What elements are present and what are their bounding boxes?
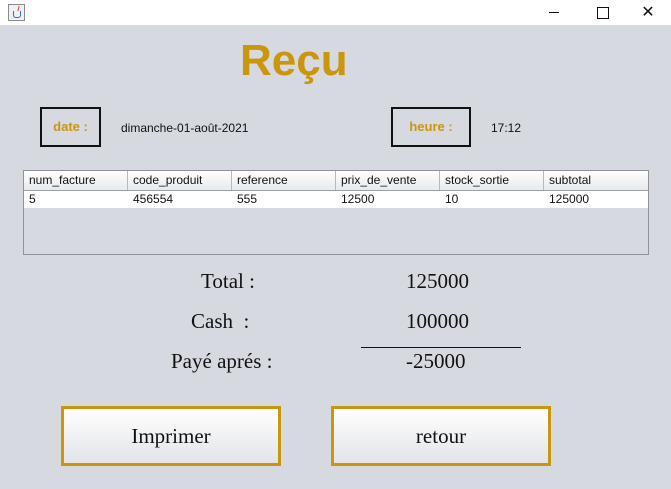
cell-code-produit: 456554 <box>133 192 174 206</box>
total-value: 125000 <box>406 269 469 293</box>
column-header-prix-de-vente[interactable]: prix_de_vente <box>336 171 440 190</box>
column-header-num-facture[interactable]: num_facture <box>24 171 128 190</box>
cell-subtotal: 125000 <box>549 192 590 206</box>
date-value: dimanche-01-août-2021 <box>121 121 249 135</box>
table-row[interactable]: 5 456554 555 12500 10 125000 <box>24 191 648 208</box>
window-titlebar: ✕ <box>0 0 671 25</box>
cell-reference: 555 <box>237 192 258 206</box>
paid-after-label: Payé aprés : <box>171 349 273 373</box>
column-header-stock-sortie[interactable]: stock_sortie <box>440 171 544 190</box>
cash-label: Cash : <box>191 309 250 333</box>
time-value: 17:12 <box>491 121 522 135</box>
cell-num-facture: 5 <box>29 192 36 206</box>
cell-stock-sortie: 10 <box>445 192 459 206</box>
total-label: Total : <box>201 269 255 293</box>
cell-prix-de-vente: 12500 <box>341 192 375 206</box>
print-button[interactable]: Imprimer <box>61 406 281 466</box>
column-header-reference[interactable]: reference <box>232 171 336 190</box>
back-button[interactable]: retour <box>331 406 551 466</box>
page-title: Reçu <box>240 36 348 85</box>
column-header-code-produit[interactable]: code_produit <box>128 171 232 190</box>
time-label: heure : <box>391 107 471 147</box>
paid-after-value: -25000 <box>406 349 466 373</box>
column-header-subtotal[interactable]: subtotal <box>544 171 648 190</box>
invoice-table[interactable]: num_facture code_produit reference prix_… <box>23 170 649 255</box>
minimize-icon[interactable] <box>531 0 577 25</box>
sum-divider <box>361 347 521 348</box>
cash-value: 100000 <box>406 309 469 333</box>
maximize-icon[interactable] <box>579 0 625 25</box>
java-cup-icon <box>8 4 25 21</box>
close-icon[interactable]: ✕ <box>625 0 671 25</box>
table-header: num_facture code_produit reference prix_… <box>24 171 648 191</box>
date-label: date : <box>40 107 101 147</box>
